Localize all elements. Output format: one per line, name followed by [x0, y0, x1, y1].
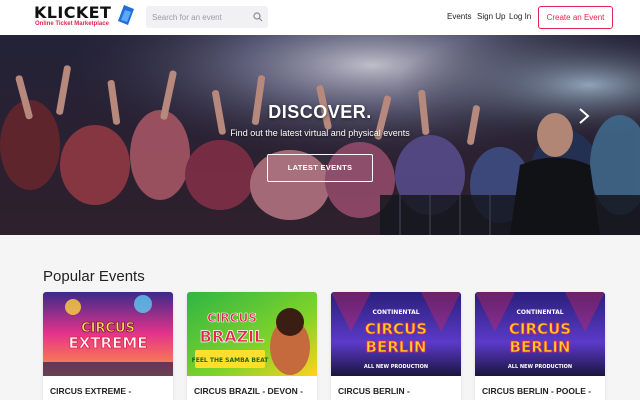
nav-login-link[interactable]: Log In	[509, 12, 531, 21]
klicket-logo[interactable]: KLICKET Online Ticket Marketplace	[34, 3, 134, 29]
nav-signup-link[interactable]: Sign Up	[477, 12, 505, 21]
event-title[interactable]: CIRCUS BERLIN -	[338, 386, 461, 396]
event-card[interactable]: CONTINENTAL CIRCUS BERLIN ALL NEW PRODUC…	[475, 292, 605, 400]
search-icon[interactable]	[253, 12, 263, 22]
event-title[interactable]: CIRCUS BRAZIL - DEVON -	[194, 386, 317, 396]
poster-tag: ALL NEW PRODUCTION	[508, 364, 572, 370]
create-event-button[interactable]: Create an Event	[538, 6, 613, 29]
hero-subtitle: Find out the latest virtual and physical…	[230, 128, 410, 138]
chevron-right-icon[interactable]	[577, 107, 591, 125]
logo-wordmark: KLICKET	[34, 3, 112, 22]
poster-text-1: CIRCUS	[365, 320, 427, 338]
poster-text-1: CIRCUS	[509, 320, 571, 338]
poster-text-2: EXTREME	[68, 334, 147, 352]
poster-text-0: CONTINENTAL	[372, 309, 419, 316]
search-box	[146, 6, 268, 28]
logo-tagline: Online Ticket Marketplace	[35, 21, 109, 27]
poster-text-1: CIRCUS	[207, 311, 257, 325]
nav-events-link[interactable]: Events	[447, 12, 471, 21]
hero-title: DISCOVER.	[268, 102, 372, 122]
site-header: KLICKET Online Ticket Marketplace Events…	[0, 0, 640, 35]
event-card[interactable]: CIRCUS BRAZIL FEEL THE SAMBA BEAT CIRCUS…	[187, 292, 317, 400]
event-poster-image: CONTINENTAL CIRCUS BERLIN ALL NEW PRODUC…	[331, 292, 461, 376]
poster-tag: FEEL THE SAMBA BEAT	[192, 357, 270, 364]
search-input[interactable]	[146, 6, 250, 28]
event-poster-image: CONTINENTAL CIRCUS BERLIN ALL NEW PRODUC…	[475, 292, 605, 376]
popular-events-heading: Popular Events	[43, 268, 145, 285]
latest-events-button[interactable]: LATEST EVENTS	[267, 154, 373, 182]
event-poster-image: CIRCUS EXTREME	[43, 292, 173, 376]
ticket-logo-icon	[118, 5, 134, 25]
event-poster-image: CIRCUS BRAZIL FEEL THE SAMBA BEAT	[187, 292, 317, 376]
event-title[interactable]: CIRCUS EXTREME -	[50, 386, 173, 396]
poster-text-2: BRAZIL	[200, 327, 265, 346]
poster-text-2: BERLIN	[366, 338, 427, 356]
poster-text-2: BERLIN	[510, 338, 571, 356]
hero-banner: DISCOVER. Find out the latest virtual an…	[0, 35, 640, 235]
poster-tag: ALL NEW PRODUCTION	[364, 364, 428, 370]
event-card[interactable]: CONTINENTAL CIRCUS BERLIN ALL NEW PRODUC…	[331, 292, 461, 400]
event-card[interactable]: CIRCUS EXTREME CIRCUS EXTREME -	[43, 292, 173, 400]
poster-text-0: CONTINENTAL	[516, 309, 563, 316]
event-title[interactable]: CIRCUS BERLIN - POOLE -	[482, 386, 605, 396]
